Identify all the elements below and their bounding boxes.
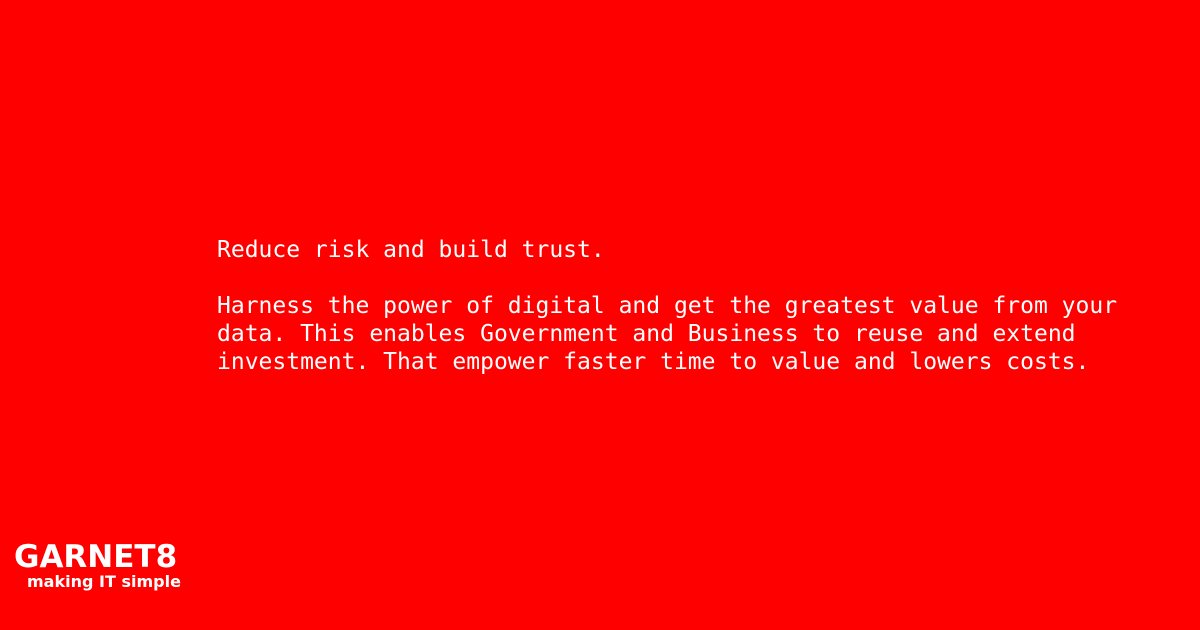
headline: Reduce risk and build trust. bbox=[217, 237, 605, 263]
body-line-2: data. This enables Government and Busine… bbox=[217, 321, 1076, 347]
garnet8-logo: GARNET8 making IT simple bbox=[14, 540, 204, 594]
message-block: Reduce risk and build trust. Harness the… bbox=[217, 236, 1177, 376]
body-line-3: investment. That empower faster time to … bbox=[217, 349, 1090, 375]
banner-canvas: Reduce risk and build trust. Harness the… bbox=[0, 0, 1200, 630]
logo-wordmark: GARNET8 bbox=[14, 539, 178, 575]
logo-tagline: making IT simple bbox=[27, 572, 181, 591]
body-line-1: Harness the power of digital and get the… bbox=[217, 293, 1118, 319]
